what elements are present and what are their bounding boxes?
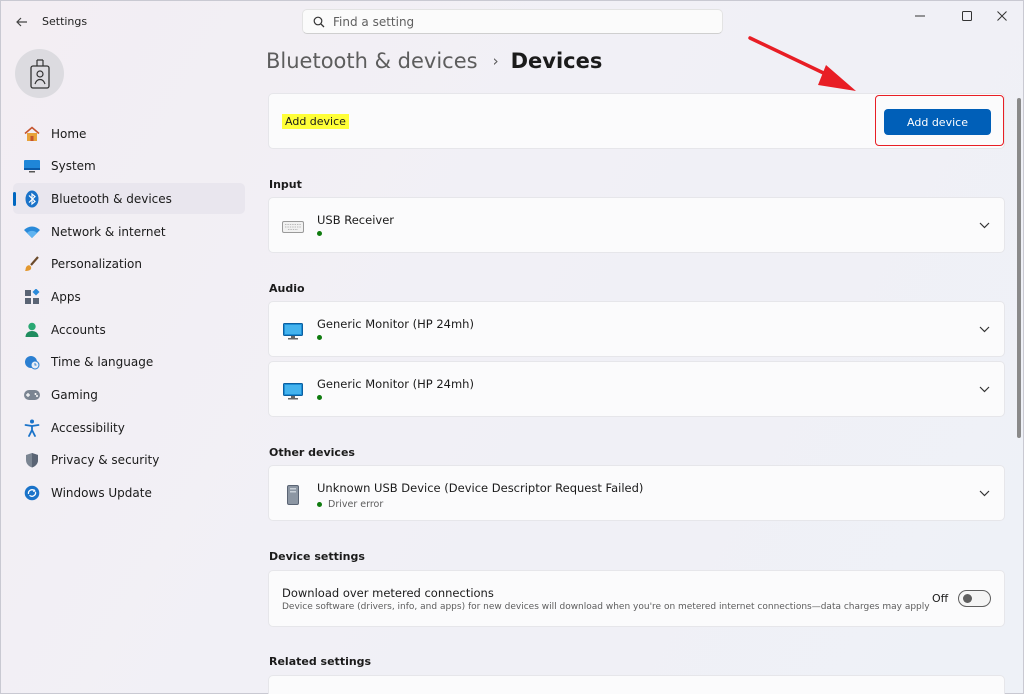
device-row-monitor-2[interactable]: Generic Monitor (HP 24mh) bbox=[268, 361, 1005, 417]
system-icon bbox=[23, 157, 41, 175]
sidebar-item-label: Bluetooth & devices bbox=[51, 191, 172, 206]
status-dot bbox=[317, 502, 322, 507]
user-badge-icon bbox=[29, 58, 50, 89]
section-title-input: Input bbox=[269, 178, 302, 191]
page-title: Devices bbox=[510, 49, 603, 73]
breadcrumb: Bluetooth & devices › Devices bbox=[266, 49, 602, 73]
keyboard-icon bbox=[282, 218, 304, 236]
callout-highlight-box: Add device bbox=[875, 95, 1004, 146]
maximize-icon bbox=[962, 11, 972, 21]
search-icon bbox=[313, 16, 325, 27]
sidebar-item-privacy-security[interactable]: Privacy & security bbox=[13, 445, 245, 476]
setting-description: Device software (drivers, info, and apps… bbox=[282, 602, 930, 612]
sidebar-item-network[interactable]: Network & internet bbox=[13, 216, 245, 247]
toggle-state-label: Off bbox=[932, 592, 949, 605]
device-name: Unknown USB Device (Device Descriptor Re… bbox=[317, 481, 644, 495]
add-device-button[interactable]: Add device bbox=[884, 109, 991, 135]
device-status-text: Driver error bbox=[328, 499, 384, 510]
sidebar-item-label: Time & language bbox=[51, 355, 154, 370]
globe-clock-icon bbox=[23, 353, 41, 371]
setting-title: Download over metered connections bbox=[282, 586, 494, 600]
device-name: USB Receiver bbox=[317, 213, 395, 227]
section-title-related-settings: Related settings bbox=[269, 655, 372, 668]
sidebar-item-time-language[interactable]: Time & language bbox=[13, 347, 245, 378]
sidebar-item-accessibility[interactable]: Accessibility bbox=[13, 412, 245, 443]
accounts-icon bbox=[23, 321, 41, 339]
close-button[interactable] bbox=[979, 1, 1024, 31]
section-title-device-settings: Device settings bbox=[269, 550, 365, 563]
sidebar-item-bluetooth-devices[interactable]: Bluetooth & devices bbox=[13, 183, 245, 215]
title-bar: Settings bbox=[1, 1, 1024, 41]
red-arrow-annotation bbox=[748, 36, 856, 91]
status-dot bbox=[317, 395, 322, 400]
breadcrumb-separator: › bbox=[492, 52, 499, 70]
accessibility-icon bbox=[23, 419, 41, 437]
sidebar-item-label: Apps bbox=[51, 289, 81, 304]
usb-device-icon bbox=[282, 485, 304, 505]
windows-update-icon bbox=[23, 484, 41, 502]
device-status bbox=[317, 335, 328, 340]
scrollbar-thumb[interactable] bbox=[1017, 98, 1021, 438]
breadcrumb-parent-link[interactable]: Bluetooth & devices bbox=[266, 49, 478, 73]
device-status bbox=[317, 231, 328, 236]
sidebar-item-label: Accessibility bbox=[51, 420, 125, 435]
section-title-other-devices: Other devices bbox=[269, 446, 355, 459]
sidebar-nav: Home System Bluetooth & devices Network … bbox=[13, 118, 245, 510]
back-button[interactable] bbox=[11, 11, 33, 33]
avatar[interactable] bbox=[15, 49, 64, 98]
sidebar-item-home[interactable]: Home bbox=[13, 118, 245, 149]
wifi-icon bbox=[23, 223, 41, 241]
metered-download-toggle[interactable] bbox=[958, 590, 991, 607]
monitor-icon bbox=[282, 382, 304, 400]
bluetooth-icon bbox=[23, 190, 41, 208]
metered-download-setting: Download over metered connections Device… bbox=[268, 570, 1005, 627]
device-status: Driver error bbox=[317, 499, 383, 510]
chevron-down-icon[interactable] bbox=[978, 220, 990, 230]
sidebar-item-label: Home bbox=[51, 126, 87, 141]
add-device-card: Add device Add device bbox=[268, 93, 1005, 149]
add-device-label: Add device bbox=[282, 114, 349, 129]
sidebar-item-windows-update[interactable]: Windows Update bbox=[13, 478, 245, 509]
app-title: Settings bbox=[42, 15, 88, 28]
sidebar-item-label: Windows Update bbox=[51, 486, 152, 501]
settings-window: Settings Home bbox=[0, 0, 1024, 694]
device-row-monitor-1[interactable]: Generic Monitor (HP 24mh) bbox=[268, 301, 1005, 357]
device-name: Generic Monitor (HP 24mh) bbox=[317, 317, 474, 331]
chevron-down-icon[interactable] bbox=[978, 384, 990, 394]
sidebar-item-label: System bbox=[51, 159, 96, 174]
shield-icon bbox=[23, 451, 41, 469]
back-arrow-icon bbox=[16, 17, 27, 27]
status-dot bbox=[317, 231, 322, 236]
status-dot bbox=[317, 335, 322, 340]
sidebar-item-label: Personalization bbox=[51, 257, 142, 272]
home-icon bbox=[23, 125, 41, 143]
sidebar-item-system[interactable]: System bbox=[13, 151, 245, 182]
sidebar-item-gaming[interactable]: Gaming bbox=[13, 380, 245, 411]
sidebar-item-personalization[interactable]: Personalization bbox=[13, 249, 245, 280]
close-icon bbox=[997, 11, 1007, 21]
device-name: Generic Monitor (HP 24mh) bbox=[317, 377, 474, 391]
apps-icon bbox=[23, 288, 41, 306]
minimize-button[interactable] bbox=[897, 1, 943, 31]
section-title-audio: Audio bbox=[269, 282, 305, 295]
gamepad-icon bbox=[23, 386, 41, 404]
monitor-icon bbox=[282, 322, 304, 340]
search-input[interactable] bbox=[333, 14, 693, 29]
sidebar-item-label: Accounts bbox=[51, 322, 106, 337]
chevron-down-icon[interactable] bbox=[978, 488, 990, 498]
search-box[interactable] bbox=[302, 9, 723, 34]
sidebar-item-accounts[interactable]: Accounts bbox=[13, 314, 245, 345]
related-settings-card[interactable] bbox=[268, 675, 1005, 694]
device-row-unknown-usb[interactable]: Unknown USB Device (Device Descriptor Re… bbox=[268, 465, 1005, 521]
sidebar-item-apps[interactable]: Apps bbox=[13, 281, 245, 312]
sidebar-item-label: Network & internet bbox=[51, 224, 166, 239]
device-status bbox=[317, 395, 328, 400]
device-row-usb-receiver[interactable]: USB Receiver bbox=[268, 197, 1005, 253]
toggle-knob bbox=[963, 594, 972, 603]
brush-icon bbox=[23, 255, 41, 273]
minimize-icon bbox=[915, 15, 925, 17]
sidebar-item-label: Gaming bbox=[51, 388, 98, 402]
sidebar-item-label: Privacy & security bbox=[51, 453, 160, 468]
chevron-down-icon[interactable] bbox=[978, 324, 990, 334]
